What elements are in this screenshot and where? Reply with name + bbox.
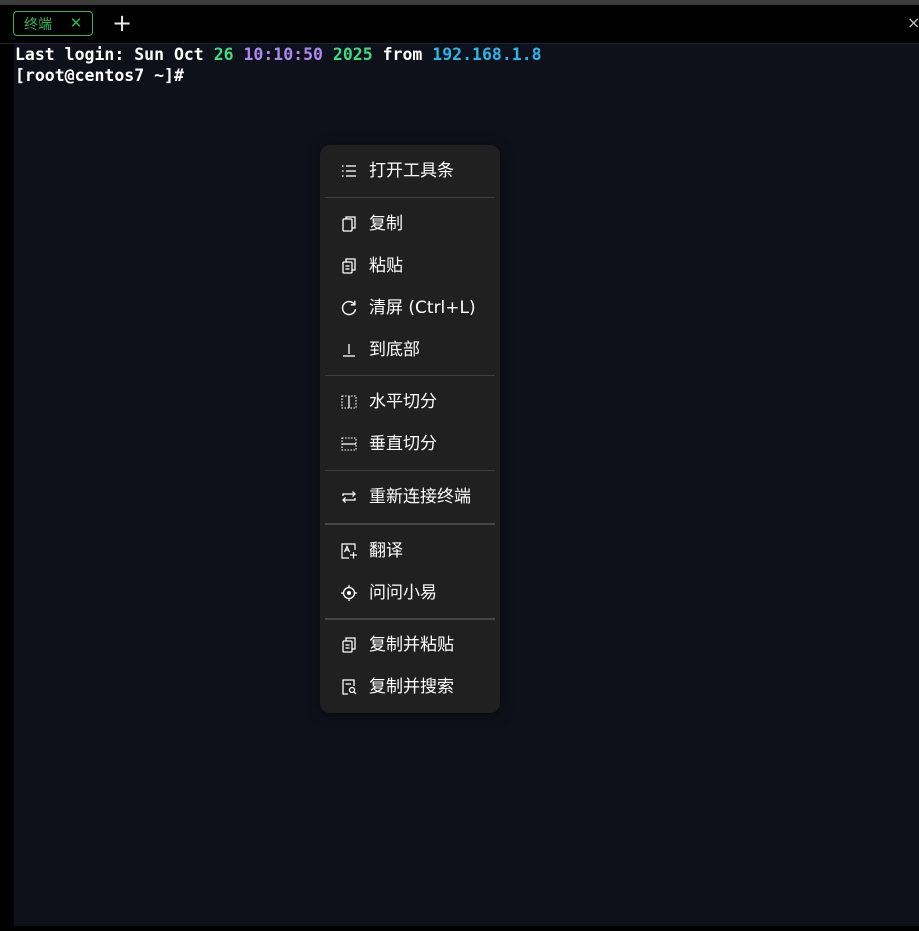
reconnect-icon <box>342 491 356 503</box>
menu-item-label: 粘贴 <box>369 256 403 276</box>
copy-search-icon <box>342 679 357 695</box>
menu-item-copy[interactable]: 复制 <box>320 206 500 242</box>
menu-item-copy-and-paste[interactable]: 复制并粘贴 <box>320 627 500 663</box>
add-tab-button[interactable]: + <box>112 11 132 35</box>
menu-item-split-vertical[interactable]: 垂直切分 <box>320 426 500 462</box>
menu-item-scroll-to-bottom[interactable]: 到底部 <box>320 332 500 368</box>
login-day: 26 <box>213 45 234 64</box>
split-horizontal-icon <box>341 395 357 409</box>
tab-label: 终端 <box>24 16 52 33</box>
menu-item-translate[interactable]: 翻译 <box>320 533 500 569</box>
menu-divider <box>325 375 495 376</box>
menu-item-open-toolbar[interactable]: 打开工具条 <box>320 153 500 189</box>
login-from: from <box>382 45 423 64</box>
close-icon[interactable]: ✕ <box>67 14 85 32</box>
login-ip: 192.168.1.8 <box>432 45 542 64</box>
menu-item-copy-and-search[interactable]: 复制并搜索 <box>320 669 500 705</box>
shell-prompt: [root@centos7 ~]# <box>15 66 184 85</box>
refresh-icon <box>341 300 357 316</box>
menu-item-label: 复制并搜索 <box>369 677 454 697</box>
menu-item-split-horizontal[interactable]: 水平切分 <box>320 384 500 420</box>
menu-item-label: 垂直切分 <box>369 434 437 454</box>
menu-item-label: 重新连接终端 <box>369 487 471 507</box>
login-prefix: Last login: Sun Oct <box>15 45 214 64</box>
list-icon <box>342 165 356 177</box>
split-vertical-icon <box>341 437 357 451</box>
bottom-border <box>14 926 919 931</box>
copy-paste-icon <box>342 637 356 653</box>
paste-icon <box>342 258 356 274</box>
copy-icon <box>342 216 356 232</box>
translate-icon <box>341 543 357 559</box>
login-time: 10:10:50 <box>243 45 323 64</box>
menu-item-label: 水平切分 <box>369 392 437 412</box>
menu-item-label: 打开工具条 <box>369 161 454 181</box>
menu-divider <box>325 197 495 198</box>
context-menu: 打开工具条 复制 粘贴 清屏 (Ctrl+L) 到底部 水平切分 垂直切分 重新… <box>320 145 500 713</box>
menu-item-label: 清屏 (Ctrl+L) <box>369 298 476 318</box>
assistant-target-icon <box>341 585 357 601</box>
menu-item-label: 问问小易 <box>369 583 437 603</box>
menu-divider <box>325 523 495 525</box>
menu-item-label: 到底部 <box>369 340 420 360</box>
window-close-icon[interactable]: × <box>907 13 919 33</box>
menu-item-reconnect[interactable]: 重新连接终端 <box>320 479 500 515</box>
menu-item-clear-screen[interactable]: 清屏 (Ctrl+L) <box>320 290 500 326</box>
menu-divider <box>325 618 495 620</box>
menu-item-label: 复制 <box>369 214 403 234</box>
menu-item-label: 翻译 <box>369 541 403 561</box>
menu-item-paste[interactable]: 粘贴 <box>320 248 500 284</box>
arrow-down-to-bottom-icon <box>343 344 355 357</box>
menu-item-ask-xiaoyi[interactable]: 问问小易 <box>320 575 500 611</box>
left-border <box>0 44 14 931</box>
login-year: 2025 <box>332 45 373 64</box>
tab-bar: 终端 ✕ + × <box>0 5 919 44</box>
menu-divider <box>325 470 495 471</box>
tab-terminal[interactable]: 终端 ✕ <box>13 11 93 36</box>
last-login-line: Last login: Sun Oct 26 10:10:50 2025 fro… <box>15 44 542 66</box>
menu-item-label: 复制并粘贴 <box>369 635 454 655</box>
